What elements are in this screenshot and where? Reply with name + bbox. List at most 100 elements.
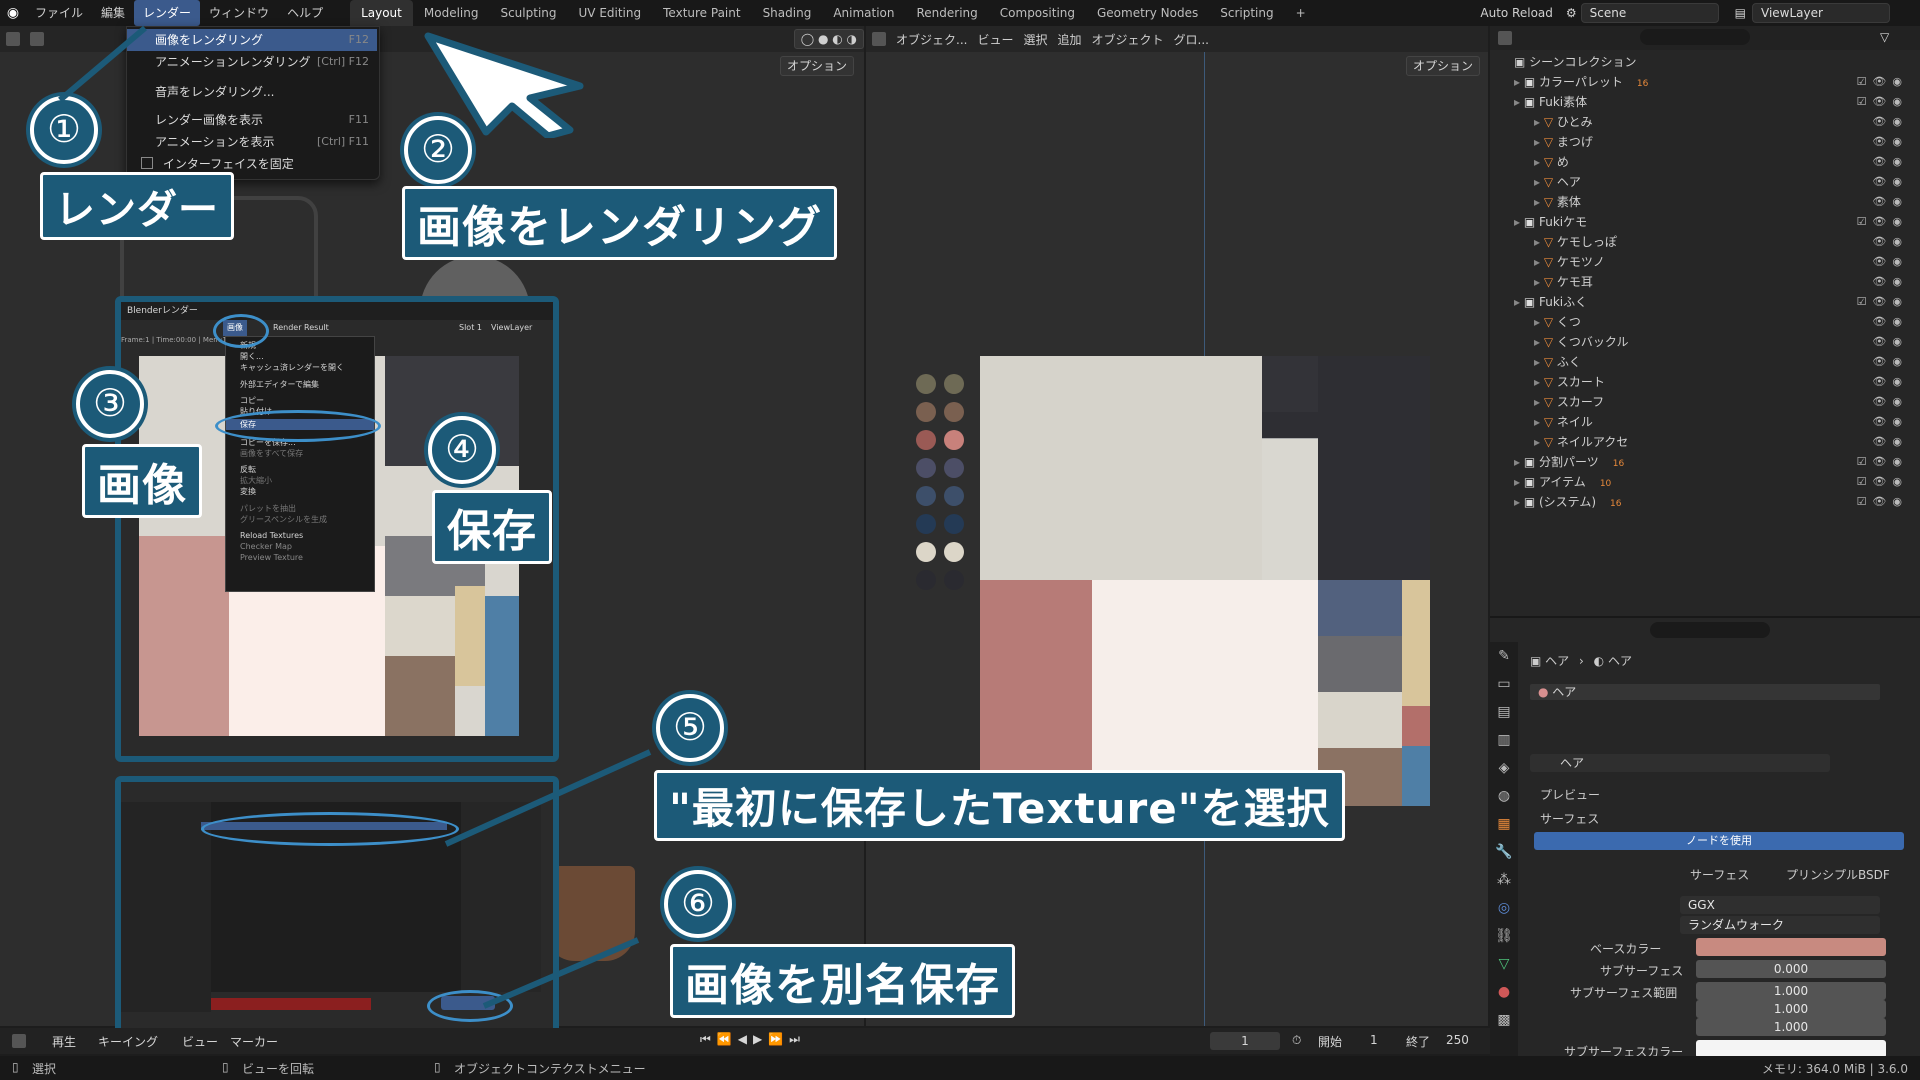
image-menu-preview-texture[interactable]: Preview Texture [240, 553, 303, 562]
auto-reload-button[interactable]: Auto Reload [1471, 0, 1562, 26]
visibility-toggle-icons[interactable]: 👁◉ [1872, 272, 1908, 292]
object-mode-icon[interactable] [30, 32, 44, 46]
image-menu-open-cached[interactable]: キャッシュ済レンダーを開く [240, 362, 344, 373]
material-datablock-field[interactable]: ヘア [1530, 754, 1830, 772]
tab-shading[interactable]: Shading [752, 0, 823, 26]
expand-arrow-icon[interactable]: ▸ [1534, 375, 1544, 389]
distribution-dropdown[interactable]: GGX [1680, 896, 1880, 914]
outliner-item[interactable]: ▸ ▽ くつ 👁◉ [1490, 312, 1920, 332]
constraints-tab-icon[interactable]: ⛓ [1490, 922, 1518, 950]
image-menu-extract-palette[interactable]: パレットを抽出 [240, 503, 296, 514]
expand-arrow-icon[interactable]: ▸ [1534, 255, 1544, 269]
tab-texture-paint[interactable]: Texture Paint [652, 0, 751, 26]
visibility-toggle-icons[interactable]: 👁◉ [1872, 372, 1908, 392]
outliner-item[interactable]: ▸ ▽ まつげ 👁◉ [1490, 132, 1920, 152]
lock-interface-checkbox[interactable] [141, 157, 153, 169]
outliner-item[interactable]: ▸ ▽ め 👁◉ [1490, 152, 1920, 172]
outliner-item[interactable]: ▸ ▽ ヘア 👁◉ [1490, 172, 1920, 192]
filter-icon[interactable]: ▽ [1880, 30, 1889, 44]
image-menu-flip[interactable]: 反転 [240, 464, 256, 475]
outliner-item[interactable]: ▸ ▽ ふく 👁◉ [1490, 352, 1920, 372]
outliner-item[interactable]: ▸ ▣ (システム) 16 ☑👁◉ [1490, 492, 1920, 512]
timeline-keying-menu[interactable]: キーイング [98, 1033, 158, 1050]
outliner-item[interactable]: ▸ ▽ 素体 👁◉ [1490, 192, 1920, 212]
menu-select[interactable]: 選択 [1023, 31, 1047, 48]
menu-help[interactable]: ヘルプ [278, 0, 332, 26]
visibility-toggle-icons[interactable]: 👁◉ [1872, 332, 1908, 352]
expand-arrow-icon[interactable]: ▸ [1534, 415, 1544, 429]
expand-arrow-icon[interactable]: ▸ [1514, 495, 1524, 509]
tab-uv-editing[interactable]: UV Editing [568, 0, 653, 26]
outliner-item[interactable]: ▸ ▽ ネイル 👁◉ [1490, 412, 1920, 432]
tab-geometry-nodes[interactable]: Geometry Nodes [1086, 0, 1209, 26]
expand-arrow-icon[interactable]: ▸ [1534, 335, 1544, 349]
subsurface-radius-r[interactable]: 1.000 [1696, 982, 1886, 1000]
modifier-tab-icon[interactable]: 🔧 [1490, 838, 1518, 866]
base-color-swatch[interactable] [1696, 938, 1886, 956]
view-render-item[interactable]: レンダー画像を表示 F11 [127, 109, 377, 131]
visibility-toggle-icons[interactable]: ☑👁◉ [1857, 452, 1908, 472]
expand-arrow-icon[interactable]: ▸ [1534, 395, 1544, 409]
outliner-item[interactable]: ▸ ▣ アイテム 10 ☑👁◉ [1490, 472, 1920, 492]
menu-object[interactable]: オブジェクト [1092, 31, 1164, 48]
particles-tab-icon[interactable]: ⁂ [1490, 866, 1518, 894]
outliner-item[interactable]: ▸ ▣ Fuki素体 ☑👁◉ [1490, 92, 1920, 112]
image-menu-copy[interactable]: コピー [240, 395, 264, 406]
image-menu-transform[interactable]: 変換 [240, 486, 256, 497]
expand-arrow-icon[interactable]: ▸ [1514, 455, 1524, 469]
visibility-toggle-icons[interactable]: 👁◉ [1872, 232, 1908, 252]
playback-controls[interactable]: ⏮⏪◀▶⏩⏭ [700, 1032, 806, 1047]
texture-tab-icon[interactable]: ▩ [1490, 1006, 1518, 1034]
right-image-editor[interactable]: オブジェク... ビュー 選択 追加 オブジェクト グロ... オプション [866, 26, 1488, 1026]
image-menu-edit-external[interactable]: 外部エディターで編集 [240, 379, 319, 390]
outliner-root[interactable]: ▣ シーンコレクション [1490, 52, 1920, 72]
menu-add[interactable]: 追加 [1057, 31, 1081, 48]
scene-tab-icon[interactable]: ◈ [1490, 754, 1518, 782]
subsurface-radius-b[interactable]: 1.000 [1696, 1018, 1886, 1036]
outliner-item[interactable]: ▸ ▽ くつバックル 👁◉ [1490, 332, 1920, 352]
filename-field[interactable] [211, 998, 371, 1010]
scene-field[interactable]: Scene [1580, 3, 1719, 23]
current-frame-field[interactable]: 1 [1210, 1032, 1280, 1050]
expand-arrow-icon[interactable]: ▸ [1534, 135, 1544, 149]
menu-view[interactable]: ビュー [977, 31, 1013, 48]
expand-arrow-icon[interactable]: ▸ [1514, 75, 1524, 89]
outliner-item[interactable]: ▸ ▽ ケモ耳 👁◉ [1490, 272, 1920, 292]
image-menu-resize[interactable]: 拡大縮小 [240, 475, 272, 486]
slot-field[interactable]: Slot 1 [459, 320, 482, 336]
expand-arrow-icon[interactable]: ▸ [1534, 175, 1544, 189]
transform-orientation-dropdown[interactable]: グロ... [1174, 31, 1209, 48]
outliner-item[interactable]: ▸ ▽ スカート 👁◉ [1490, 372, 1920, 392]
view-layer-field[interactable]: ViewLayer [1752, 3, 1890, 23]
preview-section[interactable]: プレビュー [1540, 786, 1600, 803]
image-menu-reload-textures[interactable]: Reload Textures [240, 531, 303, 540]
image-menu-save-all[interactable]: 画像をすべて保存 [240, 448, 303, 459]
visibility-toggle-icons[interactable]: 👁◉ [1872, 312, 1908, 332]
add-workspace-button[interactable]: + [1285, 0, 1317, 26]
render-tab-icon[interactable]: ▭ [1490, 670, 1518, 698]
visibility-toggle-icons[interactable]: 👁◉ [1872, 392, 1908, 412]
object-tab-icon[interactable]: ▦ [1490, 810, 1518, 838]
visibility-toggle-icons[interactable]: ☑👁◉ [1857, 292, 1908, 312]
surface-section[interactable]: サーフェス [1540, 810, 1599, 827]
outliner-item[interactable]: ▸ ▽ ネイルアクセ 👁◉ [1490, 432, 1920, 452]
expand-arrow-icon[interactable]: ▸ [1534, 435, 1544, 449]
right-options-dropdown[interactable]: オプション [1406, 56, 1481, 76]
expand-arrow-icon[interactable]: ▸ [1514, 95, 1524, 109]
mode-dropdown[interactable]: オブジェク... [896, 31, 967, 48]
editor-type-icon[interactable] [1498, 31, 1512, 45]
material-slot-list[interactable]: ● ヘア [1530, 684, 1880, 700]
expand-arrow-icon[interactable]: ▸ [1534, 195, 1544, 209]
subsurface-value-field[interactable]: 0.000 [1696, 960, 1886, 978]
tab-scripting[interactable]: Scripting [1209, 0, 1284, 26]
material-tab-icon[interactable]: ● [1490, 978, 1518, 1006]
visibility-toggle-icons[interactable]: 👁◉ [1872, 152, 1908, 172]
surface-shader-value[interactable]: プリンシプルBSDF [1786, 866, 1890, 883]
start-frame-field[interactable]: 1 [1370, 1033, 1378, 1047]
outliner-item[interactable]: ▸ ▣ Fukiケモ ☑👁◉ [1490, 212, 1920, 232]
visibility-toggle-icons[interactable]: 👁◉ [1872, 252, 1908, 272]
image-menu-checker-map[interactable]: Checker Map [240, 542, 292, 551]
visibility-toggle-icons[interactable]: 👁◉ [1872, 412, 1908, 432]
timeline-playback-menu[interactable]: 再生 [52, 1033, 76, 1050]
viewport-shading-buttons[interactable]: ◯ ● ◐ ◑ [793, 29, 864, 49]
